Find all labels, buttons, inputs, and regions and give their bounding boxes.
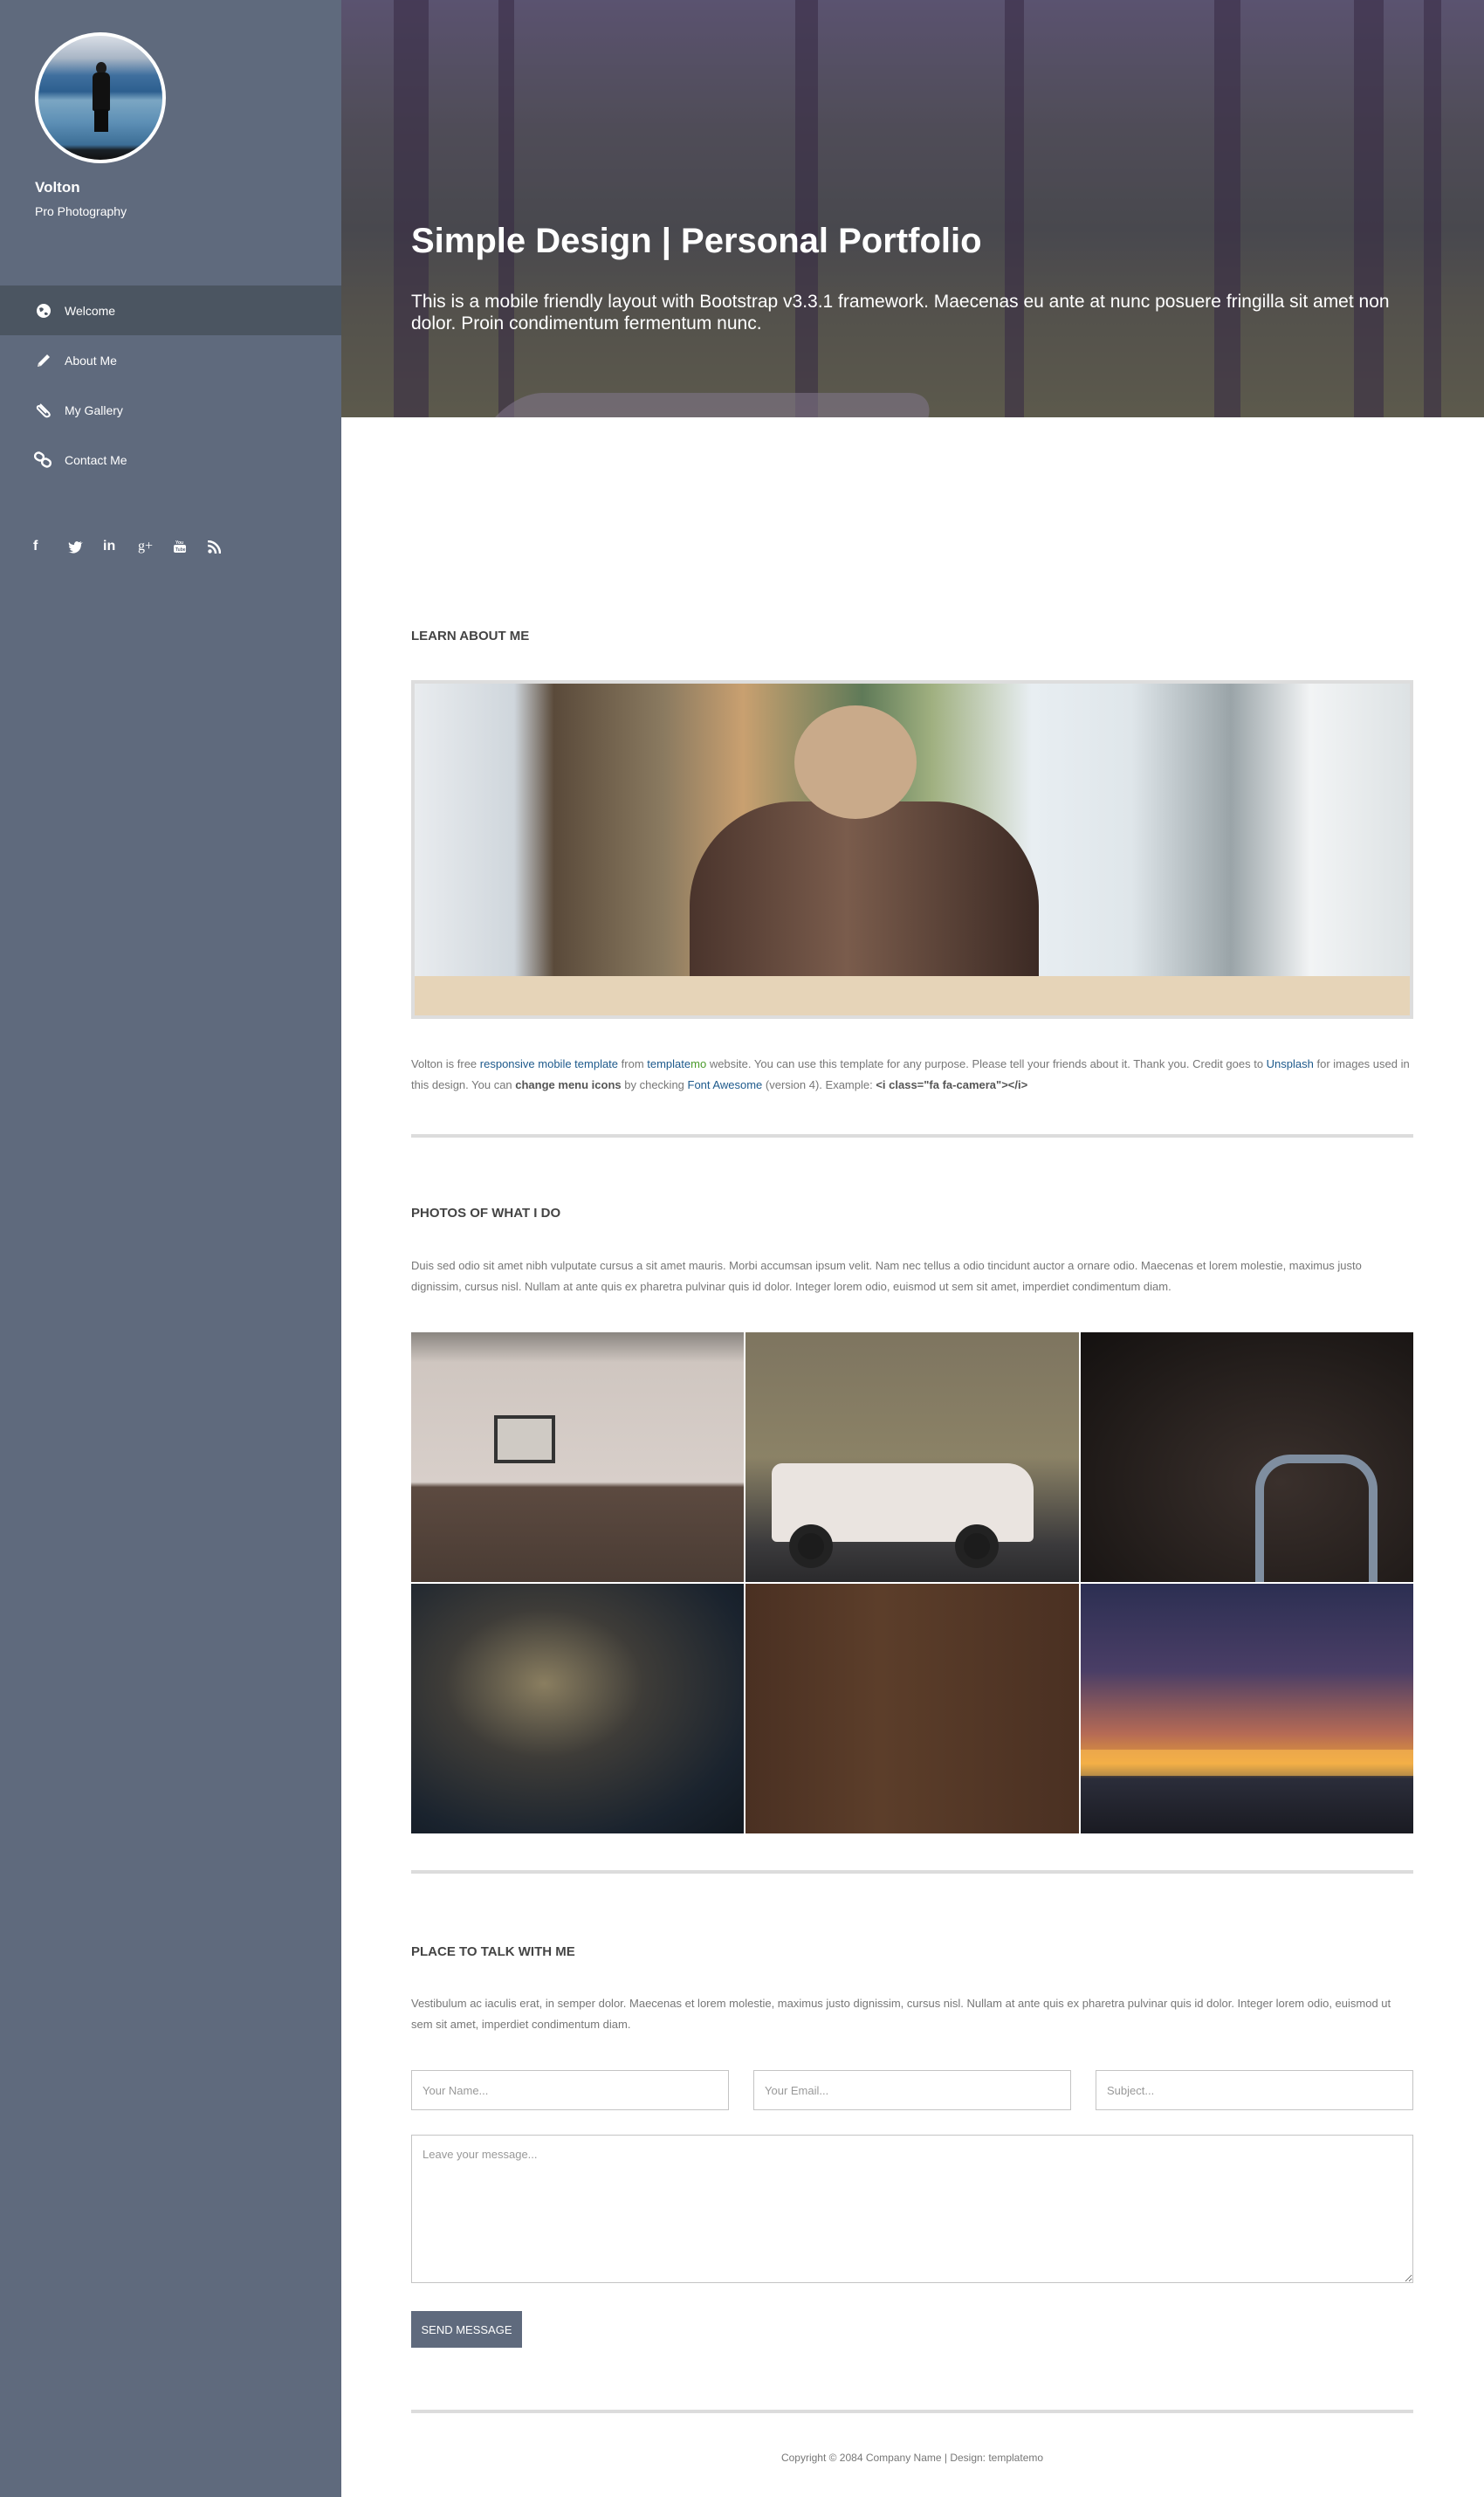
profile-avatar [35,32,166,163]
chair-shape [1254,1455,1378,1582]
nav-item-my-gallery[interactable]: My Gallery [0,385,341,435]
templatemo-link-part: template [647,1057,691,1070]
svg-text:Tube: Tube [175,547,186,553]
email-input[interactable] [753,2070,1071,2110]
text: by checking [621,1078,688,1091]
message-textarea[interactable] [411,2135,1413,2283]
paperclip-icon [33,402,54,419]
google-plus-icon[interactable]: g+ [138,536,173,557]
avatar-person-body [93,72,110,111]
profile-name: Volton [35,179,80,196]
car-wheel [789,1524,834,1568]
text: (version 4). Example: [762,1078,876,1091]
linkedin-icon[interactable]: in [103,536,138,557]
picture-frame [494,1415,555,1463]
pencil-icon [33,352,54,369]
gallery-photo-machinery[interactable] [1080,1332,1413,1582]
about-paragraph: Volton is free responsive mobile templat… [411,1054,1413,1096]
gallery-photo-pier-sunset[interactable] [1080,1584,1413,1833]
nav-label: About Me [65,353,117,368]
twitter-icon[interactable] [68,536,103,557]
subject-input[interactable] [1096,2070,1413,2110]
globe-icon [33,302,54,320]
sunset-glow [1080,1750,1413,1776]
gallery-photo-white-car[interactable] [745,1332,1079,1582]
text: Volton is free [411,1057,480,1070]
section-divider [411,1870,1413,1874]
text: website. You can use this template for a… [706,1057,1267,1070]
templatemo-link-part: mo [690,1057,707,1070]
hero-title: Simple Design | Personal Portfolio [411,222,982,260]
footer-copyright: Copyright © 2084 Company Name | Design: … [780,2452,1044,2464]
font-awesome-link[interactable]: Font Awesome [688,1078,763,1091]
about-heading: LEARN ABOUT ME [411,629,530,643]
hero-overlay [341,0,1484,417]
about-image [411,680,1413,1019]
hero-text: This is a mobile friendly layout with Bo… [411,292,1390,334]
code-example: <i class="fa fa-camera"></i> [876,1078,1028,1091]
social-links: f in g+ You Tube [33,536,243,557]
sidebar: Volton Pro Photography Welcome About Me … [0,0,341,2497]
sidebar-nav: Welcome About Me My Gallery Contact Me [0,285,341,485]
nav-label: Welcome [65,303,116,318]
car-wheel [955,1524,1000,1568]
profile-subtitle: Pro Photography [35,204,127,218]
about-image-table [415,976,1410,1015]
hero-banner: Simple Design | Personal Portfolio This … [341,0,1484,417]
about-image-person [655,705,1065,1015]
about-image-person-head [794,705,917,819]
svg-text:You: You [175,540,183,546]
link-icon [33,451,54,469]
name-input[interactable] [411,2070,729,2110]
photos-paragraph: Duis sed odio sit amet nibh vulputate cu… [411,1259,1362,1293]
gallery-photo-cafe-interior[interactable] [411,1332,745,1582]
nav-label: My Gallery [65,402,123,417]
nav-item-contact-me[interactable]: Contact Me [0,435,341,485]
bold-text: change menu icons [515,1078,622,1091]
responsive-template-link[interactable]: responsive mobile template [480,1057,618,1070]
unsplash-link[interactable]: Unsplash [1267,1057,1314,1070]
section-divider [411,1134,1413,1138]
photos-heading: PHOTOS OF WHAT I DO [411,1206,561,1221]
gallery-photo-woman-dog[interactable] [411,1584,745,1833]
rss-icon[interactable] [208,536,243,557]
send-message-button[interactable]: SEND MESSAGE [411,2311,522,2348]
templatemo-link[interactable]: templatemo [647,1057,706,1070]
contact-heading: PLACE TO TALK WITH ME [411,1944,575,1959]
nav-item-welcome[interactable]: Welcome [0,285,341,335]
text: from [618,1057,648,1070]
facebook-icon[interactable]: f [33,536,68,557]
section-divider [411,2410,1413,2413]
gallery-photo-tools[interactable] [745,1584,1079,1833]
avatar-person-legs [94,109,108,132]
contact-paragraph: Vestibulum ac iaculis erat, in semper do… [411,1997,1391,2031]
photo-gallery [411,1332,1413,1833]
youtube-icon[interactable]: You Tube [173,536,208,557]
nav-item-about-me[interactable]: About Me [0,335,341,385]
nav-label: Contact Me [65,452,127,467]
